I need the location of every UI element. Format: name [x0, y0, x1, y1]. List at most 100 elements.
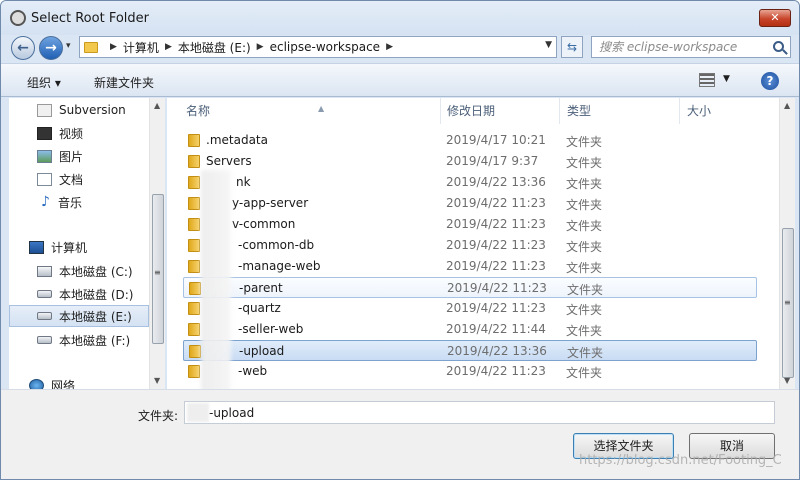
file-date: 2019/4/22 13:36	[447, 344, 547, 358]
scroll-down-icon[interactable]: ▼	[154, 376, 160, 385]
view-icon[interactable]	[699, 73, 715, 87]
file-type: 文件夹	[566, 366, 603, 380]
file-type: 文件夹	[566, 156, 603, 170]
breadcrumb-chevron-icon[interactable]: ▶	[257, 42, 264, 52]
nav-item-pictures[interactable]: 图片	[37, 145, 164, 167]
file-row[interactable]: -seller-web 2019/4/22 11:44 文件夹	[183, 319, 757, 340]
column-header-type[interactable]: 类型	[560, 98, 680, 124]
breadcrumb-chevron-icon[interactable]: ▶	[165, 42, 172, 52]
dialog-footer: 文件夹: 选择文件夹 取消 https://blog.csdn.net/Foot…	[1, 389, 799, 479]
documents-icon	[37, 172, 52, 186]
title-bar: Select Root Folder ✕	[1, 1, 799, 35]
forward-button[interactable]: →	[39, 36, 63, 60]
nav-item-music[interactable]: ♪ 音乐	[41, 191, 164, 213]
nav-item-drive-c[interactable]: 本地磁盘 (C:)	[37, 260, 164, 282]
nav-item-network[interactable]: 网络	[29, 374, 164, 390]
folder-icon	[189, 345, 201, 358]
breadcrumb-computer[interactable]: 计算机	[123, 39, 159, 56]
file-row[interactable]: nk 2019/4/22 13:36 文件夹	[183, 172, 757, 193]
nav-item-documents[interactable]: 文档	[37, 168, 164, 190]
nav-item-label: 视频	[59, 126, 84, 141]
file-row[interactable]: v-common 2019/4/22 11:23 文件夹	[183, 214, 757, 235]
column-header-size[interactable]: 大小	[680, 98, 779, 124]
nav-item-label: 计算机	[51, 240, 88, 255]
file-name: y-app-server	[232, 196, 309, 210]
scroll-up-icon[interactable]: ▲	[154, 101, 160, 110]
folder-name-input[interactable]	[184, 401, 775, 424]
file-date: 2019/4/17 9:37	[446, 154, 539, 168]
file-row[interactable]: .metadata 2019/4/17 10:21 文件夹	[183, 130, 757, 151]
file-list-scrollbar[interactable]: ▲ ≡ ▼	[779, 98, 795, 389]
nav-item-drive-f[interactable]: 本地磁盘 (F:)	[37, 329, 164, 351]
search-input[interactable]: 搜索 eclipse-workspace	[591, 36, 791, 58]
view-dropdown-icon[interactable]: ▼	[723, 74, 730, 84]
breadcrumb-chevron-icon[interactable]: ▶	[110, 42, 117, 52]
nav-item-drive-d[interactable]: 本地磁盘 (D:)	[37, 283, 164, 305]
file-name: Servers	[206, 154, 252, 168]
nav-item-subversion[interactable]: Subversion	[37, 99, 164, 121]
folder-icon	[188, 323, 200, 336]
file-name: .metadata	[206, 133, 268, 147]
nav-item-label: 网络	[51, 378, 76, 390]
file-date: 2019/4/22 13:36	[446, 175, 546, 189]
file-date: 2019/4/22 11:44	[446, 322, 546, 336]
drive-icon	[37, 336, 52, 344]
redaction-mask	[187, 403, 209, 422]
breadcrumb-drive-e[interactable]: 本地磁盘 (E:)	[178, 39, 251, 56]
file-type: 文件夹	[566, 135, 603, 149]
column-header-label: 名称	[186, 104, 211, 118]
file-date: 2019/4/22 11:23	[446, 217, 546, 231]
address-row: ← → ▾ ▶ 计算机 ▶ 本地磁盘 (E:) ▶ eclipse-worksp…	[1, 35, 799, 61]
search-icon[interactable]	[773, 41, 784, 52]
file-date: 2019/4/22 11:23	[446, 301, 546, 315]
search-placeholder: 搜索 eclipse-workspace	[599, 40, 738, 54]
folder-icon	[188, 134, 200, 147]
file-date: 2019/4/22 11:23	[446, 259, 546, 273]
file-name: -upload	[239, 344, 285, 358]
nav-item-drive-e[interactable]: 本地磁盘 (E:)	[9, 305, 149, 327]
address-dropdown-icon[interactable]: ▼	[545, 40, 552, 50]
column-header-date[interactable]: 修改日期	[440, 98, 560, 124]
scroll-down-icon[interactable]: ▼	[784, 376, 790, 385]
nav-item-videos[interactable]: 视频	[37, 122, 164, 144]
back-button[interactable]: ←	[11, 36, 35, 60]
nav-item-label: 本地磁盘 (D:)	[59, 287, 134, 302]
nav-item-label: 图片	[59, 149, 84, 164]
organize-menu[interactable]: 组织 ▾	[27, 74, 61, 91]
breadcrumb-eclipse-workspace[interactable]: eclipse-workspace	[270, 40, 380, 54]
file-name: -common-db	[238, 238, 315, 252]
folder-icon	[188, 176, 200, 189]
file-row[interactable]: y-app-server 2019/4/22 11:23 文件夹	[183, 193, 757, 214]
column-header-name[interactable]: 名称 ▲	[179, 98, 441, 124]
nav-item-label: 音乐	[58, 195, 83, 210]
file-type: 文件夹	[566, 219, 603, 233]
file-date: 2019/4/22 11:23	[446, 238, 546, 252]
folder-icon	[188, 218, 200, 231]
file-row[interactable]: Servers 2019/4/17 9:37 文件夹	[183, 151, 757, 172]
address-bar[interactable]: ▶ 计算机 ▶ 本地磁盘 (E:) ▶ eclipse-workspace ▶ …	[79, 36, 557, 58]
scroll-up-icon[interactable]: ▲	[784, 101, 790, 110]
file-type: 文件夹	[566, 240, 603, 254]
help-icon[interactable]: ?	[761, 72, 779, 90]
folder-icon	[189, 282, 201, 295]
redaction-mask	[201, 170, 231, 389]
nav-item-computer[interactable]: 计算机	[29, 236, 164, 258]
file-row[interactable]: -web 2019/4/22 11:23 文件夹	[183, 361, 757, 382]
refresh-button[interactable]: ⇆	[561, 36, 583, 58]
file-date: 2019/4/17 10:21	[446, 133, 546, 147]
breadcrumb-chevron-icon[interactable]: ▶	[386, 42, 393, 52]
recent-pages-chevron-icon[interactable]: ▾	[66, 41, 71, 51]
file-row[interactable]: -common-db 2019/4/22 11:23 文件夹	[183, 235, 757, 256]
select-root-folder-dialog: Select Root Folder ✕ ← → ▾ ▶ 计算机 ▶ 本地磁盘 …	[0, 0, 800, 480]
scrollbar-grip-icon: ≡	[784, 298, 791, 307]
file-row[interactable]: -manage-web 2019/4/22 11:23 文件夹	[183, 256, 757, 277]
file-row[interactable]: -parent 2019/4/22 11:23 文件夹	[183, 277, 757, 298]
file-row[interactable]: -upload 2019/4/22 13:36 文件夹	[183, 340, 757, 361]
file-name: nk	[236, 175, 251, 189]
drive-icon	[37, 290, 52, 298]
new-folder-button[interactable]: 新建文件夹	[94, 74, 154, 91]
file-row[interactable]: -quartz 2019/4/22 11:23 文件夹	[183, 298, 757, 319]
nav-scrollbar[interactable]: ▲ ≡ ▼	[149, 98, 165, 389]
close-button[interactable]: ✕	[759, 9, 791, 27]
window-title: Select Root Folder	[31, 11, 149, 26]
